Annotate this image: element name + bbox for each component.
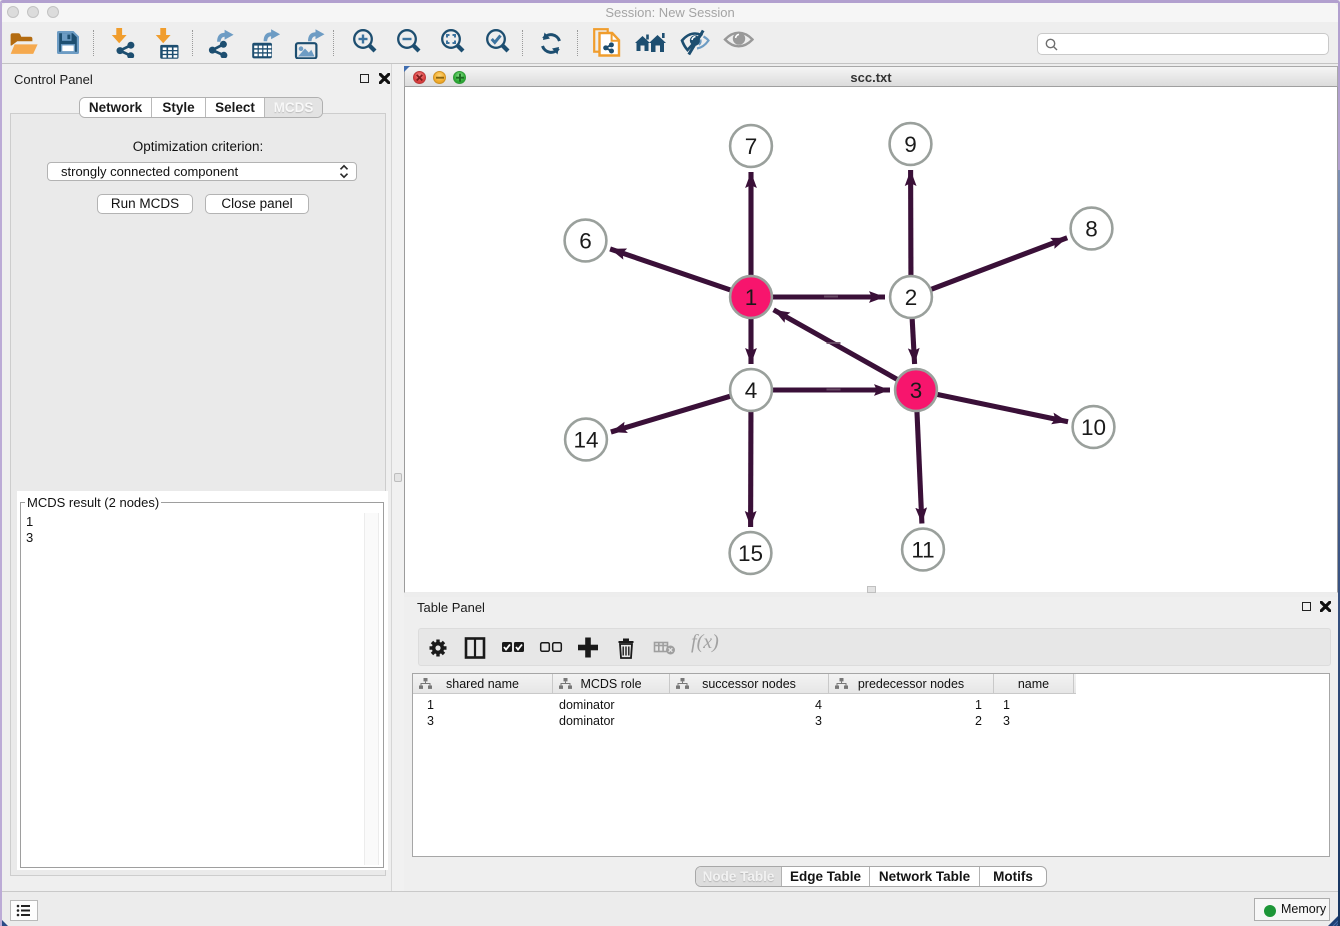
svg-text:1: 1 [745, 285, 758, 310]
svg-text:10: 10 [1081, 415, 1106, 440]
svg-text:9: 9 [904, 132, 917, 157]
svg-text:14: 14 [573, 428, 598, 453]
svg-text:4: 4 [745, 378, 758, 403]
svg-text:11: 11 [911, 538, 934, 563]
svg-text:8: 8 [1085, 217, 1098, 242]
svg-text:15: 15 [738, 541, 763, 566]
svg-text:3: 3 [910, 378, 923, 403]
svg-text:7: 7 [745, 134, 758, 159]
svg-text:6: 6 [579, 229, 592, 254]
svg-text:2: 2 [905, 285, 918, 310]
